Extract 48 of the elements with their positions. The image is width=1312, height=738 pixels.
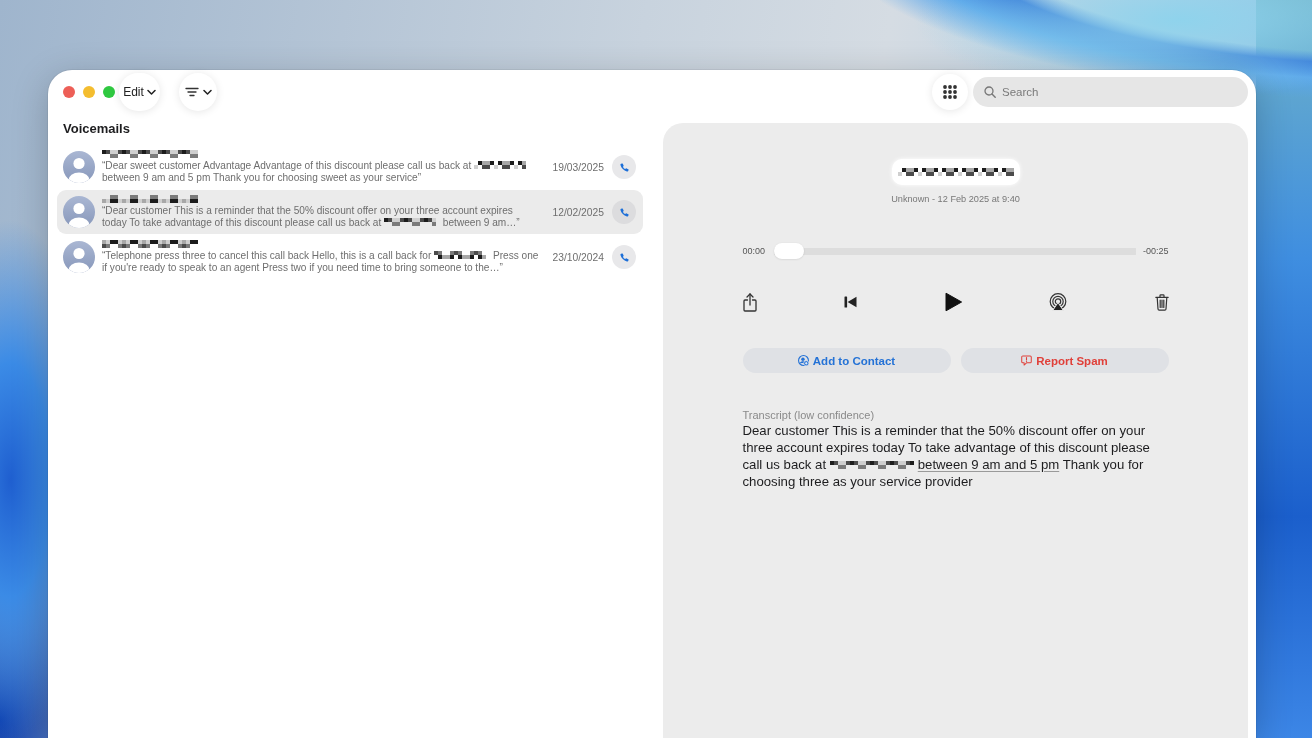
broadcast-icon[interactable] [1049, 293, 1067, 311]
scrubber-thumb[interactable] [774, 243, 805, 259]
add-to-contact-button[interactable]: Add to Contact [742, 348, 951, 373]
voicemail-row[interactable]: “Dear customer This is a reminder that the 50% discount offer on your three account expires today To take advantage of this discount please call us back at between 9 am…” 12/02/2025 [57, 190, 643, 234]
report-spam-button[interactable]: Report Spam [960, 348, 1169, 373]
person-avatar-icon [63, 241, 95, 273]
search-field[interactable]: Search [973, 77, 1248, 107]
edit-button[interactable]: Edit [119, 73, 160, 111]
skip-back-icon[interactable] [844, 296, 857, 308]
person-add-icon [797, 355, 809, 366]
search-icon [984, 86, 996, 98]
close-button[interactable] [63, 86, 75, 98]
phone-icon [619, 207, 629, 217]
elapsed-time: 00:00 [742, 246, 766, 256]
voicemail-date: 19/03/2025 [551, 161, 604, 173]
transcript-text: Dear customer This is a reminder that the 50% discount offer on your three account expires today To take advantage of this discount please call us back at between 9 am and 5 pm Thank you for choosing three as your service provider [742, 422, 1151, 490]
call-back-button[interactable] [612, 200, 636, 224]
call-subtitle: Unknown - 12 Feb 2025 at 9:40 [890, 193, 1021, 205]
voicemail-row[interactable]: “Dear sweet customer Advantage Advantage of this discount please call us back at between 9 am and 5 pm Thank you for choosing sweet as your service” 19/03/2025 [57, 145, 643, 189]
share-icon[interactable] [742, 292, 757, 312]
voicemail-preview: “Dear customer This is a reminder that the 50% discount offer on your three account expires today To take advantage of this discount please call us back at between 9 am…” [102, 205, 521, 229]
play-icon[interactable] [944, 292, 962, 312]
voicemail-date: 12/02/2025 [551, 206, 604, 218]
keypad-icon [943, 85, 957, 99]
pixelated-text-drawing [474, 160, 526, 170]
filter-button[interactable] [179, 73, 217, 111]
phone-icon [619, 252, 629, 262]
keypad-button[interactable] [932, 74, 968, 110]
call-back-button[interactable] [612, 245, 636, 269]
voicemail-preview: “Telephone press three to cancel this call back Hello, this is a call back for Press one if you're ready to speak to an agent Press two if you need time to bring someone to the…” [102, 250, 540, 274]
call-back-button[interactable] [612, 155, 636, 179]
pixelated-text-drawing [434, 250, 487, 260]
person-avatar-icon [63, 151, 95, 183]
voicemail-row[interactable]: “Telephone press three to cancel this call back Hello, this is a call back for Press one if you're ready to speak to an agent Press two if you need time to bring someone to the…” 23/10/2024 [57, 235, 643, 279]
person-avatar-icon [63, 196, 95, 228]
list-title: Voicemails [63, 122, 131, 136]
speech-bubble-icon [1021, 355, 1033, 366]
voicemail-date: 23/10/2024 [551, 251, 604, 263]
filter-icon [184, 87, 199, 97]
trash-icon[interactable] [1154, 293, 1169, 311]
remaining-time: -00:25 [1142, 246, 1169, 256]
transcript-label: Transcript (low confidence) [742, 408, 876, 422]
pixelated-text-drawing [384, 217, 437, 227]
time-link[interactable]: between 9 am and 5 pm [917, 457, 1060, 472]
phone-icon [619, 162, 629, 172]
voicemail-preview: “Dear sweet customer Advantage Advantage of this discount please call us back at between 9 am and 5 pm Thank you for choosing sweet as your service” [102, 160, 540, 184]
chevron-down-icon [202, 88, 212, 96]
chevron-down-icon [146, 88, 156, 96]
